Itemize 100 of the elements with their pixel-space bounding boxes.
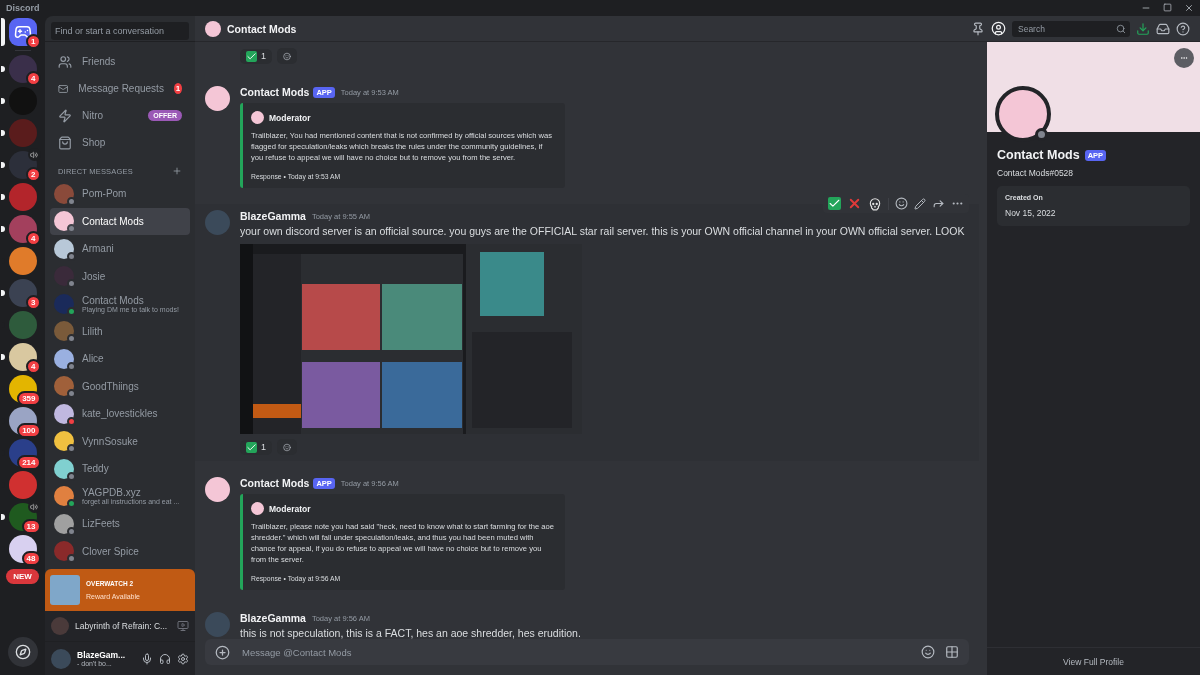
dm-name: Clover Spice <box>82 545 139 557</box>
reaction-button[interactable]: 1 <box>240 439 272 455</box>
dm-item[interactable]: Alice <box>50 345 190 373</box>
server-icon[interactable] <box>8 279 37 307</box>
embed-avatar <box>251 111 264 124</box>
maximize-icon[interactable] <box>1163 3 1172 12</box>
dm-item[interactable]: LizFeets <box>50 510 190 538</box>
avatar <box>54 486 74 507</box>
avatar <box>54 541 74 562</box>
message-text: your own discord server is an official source. you guys are the OFFICIAL star rail server. this is your OWN official channel in your OWN official server. LOOK <box>240 225 966 237</box>
badge: 4 <box>26 71 41 86</box>
dm-item[interactable]: Teddy <box>50 455 190 483</box>
dm-name: Armani <box>82 243 114 255</box>
nav-item[interactable]: Friends <box>50 48 190 75</box>
server-icon[interactable] <box>8 247 37 275</box>
user-icon <box>991 21 1006 36</box>
dm-name: YAGPDB.xyz <box>82 487 141 499</box>
compass-icon <box>14 644 31 660</box>
window-title: Discord <box>6 3 40 13</box>
skull-icon[interactable] <box>868 196 882 211</box>
apps-icon[interactable] <box>945 645 959 659</box>
avatar <box>54 321 74 342</box>
microphone-button[interactable] <box>141 652 153 665</box>
home-button[interactable] <box>8 18 37 46</box>
avatar <box>54 348 74 369</box>
forward-icon[interactable] <box>932 197 945 210</box>
inbox-button[interactable] <box>1156 21 1170 36</box>
smiley-icon <box>283 50 291 62</box>
pencil-icon[interactable] <box>914 197 926 210</box>
profile-handle: Contact Mods#0528 <box>997 168 1075 178</box>
dm-item[interactable]: Josie <box>50 262 190 290</box>
author-name[interactable]: BlazeGamma <box>240 612 306 624</box>
add-reaction-icon[interactable] <box>895 197 908 210</box>
download-icon <box>1136 21 1150 36</box>
controller-icon <box>13 23 32 41</box>
game-icon <box>51 617 69 635</box>
close-icon[interactable] <box>1184 3 1194 13</box>
avatar <box>54 183 74 204</box>
add-icon[interactable] <box>172 166 182 176</box>
profile-button[interactable] <box>991 21 1006 36</box>
message-field[interactable]: Message @Contact Mods <box>205 639 969 665</box>
avatar <box>205 20 221 37</box>
author-name[interactable]: Contact Mods <box>240 477 310 489</box>
nav-label: Nitro <box>82 110 105 121</box>
author-name[interactable]: Contact Mods <box>240 86 310 98</box>
download-button[interactable] <box>1136 21 1150 36</box>
help-icon <box>1176 21 1190 36</box>
dm-item[interactable]: Pom-Pom <box>50 180 190 208</box>
screenshot-drawing[interactable] <box>240 244 582 434</box>
dm-item[interactable]: Armani <box>50 235 190 263</box>
pin-button[interactable] <box>971 21 985 36</box>
badge: 4 <box>26 359 41 374</box>
nav-label: Friends <box>82 56 117 67</box>
add-reaction-button[interactable] <box>277 48 297 64</box>
search-field[interactable]: Find or start a conversation <box>51 22 189 40</box>
nav-item[interactable]: Message Requests 1 <box>50 75 190 102</box>
settings-button[interactable] <box>177 652 189 665</box>
server-icon[interactable] <box>8 535 37 563</box>
server-icon[interactable] <box>8 343 37 371</box>
dm-item[interactable]: kate_lovestickles <box>50 400 190 428</box>
message-input[interactable]: Message @Contact Mods <box>240 645 911 659</box>
cross-icon[interactable] <box>847 196 862 211</box>
avatar <box>54 238 74 259</box>
view-profile-button[interactable]: View Full Profile <box>987 647 1200 675</box>
dm-item[interactable]: GoodThiings <box>50 372 190 400</box>
new-button[interactable]: NEW <box>6 569 39 584</box>
dm-name: Josie <box>82 270 106 282</box>
help-button[interactable] <box>1176 21 1190 36</box>
user-name: BlazeGam... <box>77 650 127 660</box>
avatar <box>54 513 74 534</box>
profile-name: Contact Mods <box>997 148 1080 162</box>
dm-item[interactable]: Lilith <box>50 317 190 345</box>
avatar <box>54 403 74 424</box>
nav-item[interactable]: Shop <box>50 129 190 156</box>
dm-name: GoodThiings <box>82 380 139 392</box>
search-input[interactable]: Search <box>1016 22 1116 35</box>
author-name[interactable]: BlazeGamma <box>240 210 306 222</box>
check-icon[interactable] <box>828 197 841 210</box>
explore-button[interactable] <box>7 637 38 667</box>
badge: 359 <box>17 391 41 406</box>
dm-item[interactable]: Clover Spice <box>50 537 190 565</box>
dm-item[interactable]: VynnSosuke <box>50 427 190 455</box>
attach-icon[interactable] <box>215 644 230 660</box>
avatar <box>54 266 74 287</box>
emoji-icon[interactable] <box>921 645 935 659</box>
headphones-button[interactable] <box>159 652 171 665</box>
search-bar[interactable]: Search <box>1012 20 1130 37</box>
avatar[interactable] <box>205 477 230 502</box>
add-reaction-button[interactable] <box>277 439 297 455</box>
settings-icon <box>177 652 189 665</box>
screen-icon[interactable] <box>177 620 189 632</box>
avatar[interactable] <box>205 86 230 111</box>
reaction-button[interactable]: 1 <box>240 48 272 64</box>
dm-name: Lilith <box>82 325 103 337</box>
badge: 214 <box>17 455 41 470</box>
dm-item[interactable]: Contact Mods <box>50 207 190 235</box>
channel-title: Contact Mods <box>227 22 297 35</box>
smiley-icon <box>283 441 291 453</box>
badge: 1 <box>173 83 182 94</box>
nitro-icon <box>58 108 72 123</box>
